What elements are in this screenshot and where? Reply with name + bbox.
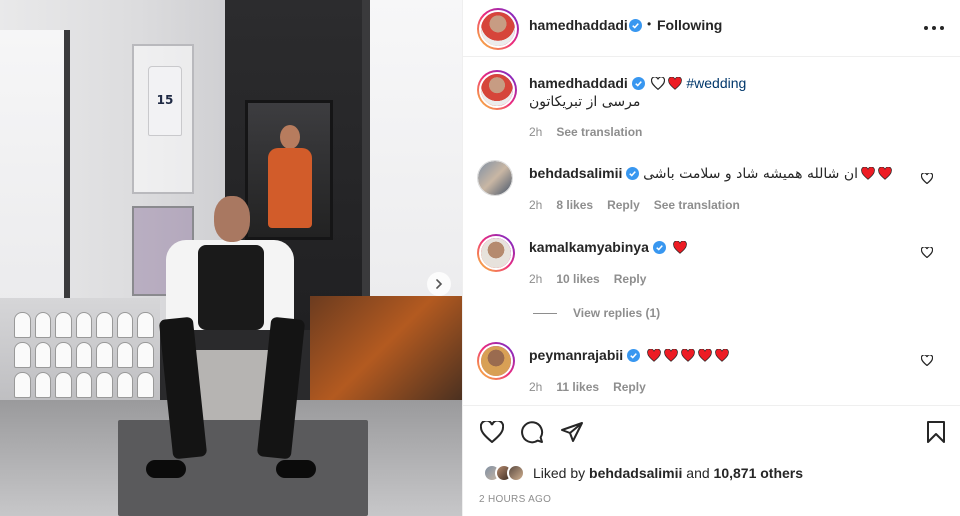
comment-avatar[interactable] [477, 342, 515, 380]
comment-like-button[interactable] [920, 172, 934, 185]
following-button[interactable]: Following [657, 17, 722, 33]
comment-like-button[interactable] [920, 246, 934, 259]
liked-by-user[interactable]: behdadsalimii [589, 465, 682, 481]
framed-jersey: 15 [132, 44, 194, 194]
man-legs [146, 316, 316, 478]
verified-badge-icon [652, 241, 666, 254]
post-details-pane: hamedhaddadi • Following hamedhaddadi #w… [462, 0, 960, 516]
heart-red-icon [681, 348, 695, 362]
share-button[interactable] [559, 420, 585, 446]
view-replies-button[interactable]: View replies (1) [533, 306, 660, 320]
liked-by-prefix: Liked by [533, 465, 586, 481]
heart-red-icon [672, 240, 687, 254]
verified-badge-icon [629, 19, 642, 32]
photo-window-left [0, 30, 70, 330]
comment-see-translation[interactable]: See translation [654, 198, 740, 212]
comment-username[interactable]: kamalkamyabinya [529, 239, 649, 255]
heart-outline-icon [920, 172, 934, 185]
heart-red-icon [861, 166, 875, 180]
comment-age: 2h [529, 380, 543, 394]
comment-icon [521, 421, 544, 444]
heart-red-icon [698, 348, 712, 362]
heart-red-icon [878, 166, 892, 180]
author-username[interactable]: hamedhaddadi [529, 17, 628, 33]
comment-hearts [644, 347, 729, 363]
comment-likes[interactable]: 11 likes [556, 380, 599, 394]
comment-likes[interactable]: 8 likes [556, 198, 593, 212]
comment-avatar[interactable] [477, 160, 513, 196]
share-icon [561, 422, 583, 442]
heart-outline-icon [650, 76, 665, 91]
heart-red-icon [647, 348, 661, 362]
more-options-button[interactable] [923, 18, 945, 34]
author-avatar[interactable] [477, 8, 519, 50]
caption-age: 2h [529, 125, 543, 139]
comment-username[interactable]: peymanrajabii [529, 347, 623, 363]
heart-outline-icon [479, 419, 505, 443]
comment-item: behdadsalimii ان شالله همیشه شاد و سلامت… [463, 160, 947, 220]
likes-summary: Liked by behdadsalimii and 10,871 others [483, 464, 803, 482]
comment-item: peymanrajabii 2h 11 likes Reply [463, 342, 947, 402]
liked-by-and: and [686, 465, 710, 481]
caption-see-translation[interactable]: See translation [556, 125, 642, 139]
header-separator: • [647, 17, 652, 31]
comment-age: 2h [529, 198, 543, 212]
heart-outline-icon [920, 246, 934, 259]
heart-outline-icon [920, 354, 934, 367]
verified-badge-icon [627, 349, 641, 362]
comment-reply-button[interactable]: Reply [614, 272, 647, 286]
replies-divider [533, 312, 557, 314]
heart-red-icon [668, 76, 683, 90]
comment-item: kamalkamyabinya 2h 10 likes Reply [463, 234, 947, 294]
caption-hashtag[interactable]: #wedding [686, 75, 746, 91]
save-button[interactable] [923, 420, 949, 446]
post-photo[interactable]: 15 [0, 0, 462, 516]
next-photo-button[interactable] [427, 272, 451, 296]
liked-by-others[interactable]: 10,871 others [714, 465, 804, 481]
comment-avatar[interactable] [477, 234, 515, 272]
heart-red-icon [664, 348, 678, 362]
verified-badge-icon [631, 77, 645, 90]
verified-badge-icon [626, 167, 640, 180]
man-head [214, 196, 250, 242]
caption-text: مرسی از تبریکاتون [529, 94, 641, 110]
comment-reply-button[interactable]: Reply [607, 198, 640, 212]
next-arrow-icon [436, 279, 443, 289]
post-header: hamedhaddadi • Following [463, 0, 960, 57]
comment-button[interactable] [519, 420, 545, 446]
comment-username[interactable]: behdadsalimii [529, 165, 622, 181]
comment-like-button[interactable] [920, 354, 934, 367]
liker-avatar [507, 464, 525, 482]
heart-red-icon [715, 348, 729, 362]
caption-avatar[interactable] [477, 70, 517, 110]
like-button[interactable] [479, 419, 505, 446]
caption: hamedhaddadi #wedding مرسی از تبریکاتون … [463, 70, 947, 140]
view-replies-label: View replies (1) [573, 306, 661, 320]
bookmark-icon [927, 421, 945, 443]
team-photo-board [0, 298, 160, 408]
caption-username[interactable]: hamedhaddadi [529, 75, 628, 91]
comment-reply-button[interactable]: Reply [613, 380, 646, 394]
post-actions: Liked by behdadsalimii and 10,871 others… [463, 405, 960, 515]
comment-age: 2h [529, 272, 543, 286]
poster-frame [245, 100, 333, 240]
more-options-icon [924, 25, 944, 30]
comment-text: ان شالله همیشه شاد و سلامت باشی [643, 166, 858, 182]
comment-likes[interactable]: 10 likes [556, 272, 599, 286]
post-timestamp[interactable]: 2 HOURS AGO [479, 494, 551, 505]
